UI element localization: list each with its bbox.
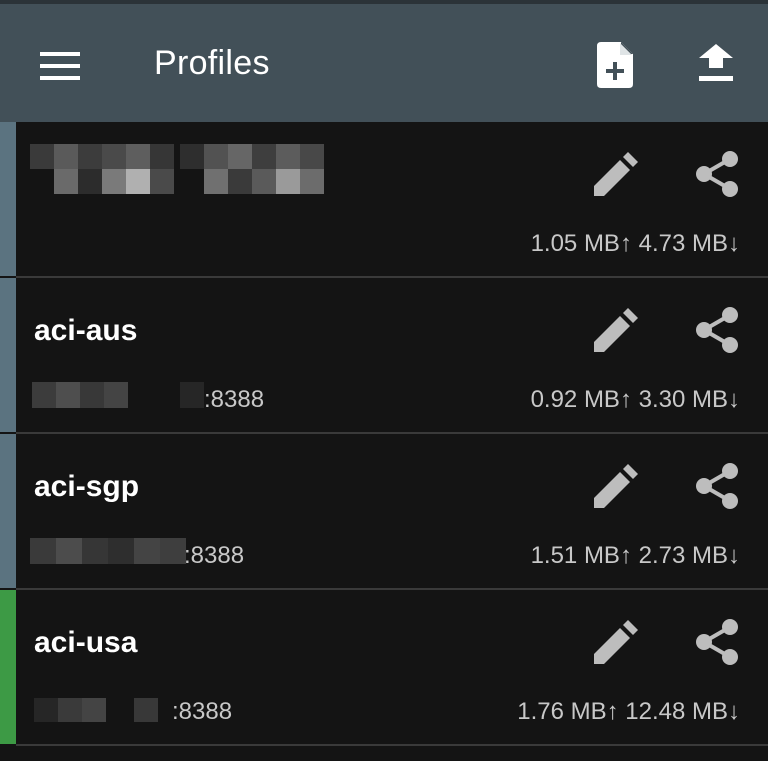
- profile-name: aci-usa: [34, 626, 138, 659]
- menu-icon[interactable]: [40, 52, 80, 80]
- profile-card[interactable]: aci-aus :8388 0.92 MB↑ 3.30 MB↓: [0, 278, 768, 432]
- redacted-host: [30, 538, 186, 564]
- share-icon[interactable]: [694, 462, 740, 510]
- profile-address: :8388: [172, 698, 233, 725]
- redacted-host: [34, 698, 172, 722]
- profile-card[interactable]: aci-sgp :8388 1.51 MB↑ 2.73 MB↓: [0, 434, 768, 588]
- profile-address: :8388: [184, 542, 245, 569]
- share-icon[interactable]: [694, 306, 740, 354]
- edit-icon[interactable]: [592, 308, 638, 354]
- divider: [16, 744, 768, 746]
- toolbar: Profiles: [0, 4, 768, 122]
- share-icon[interactable]: [694, 618, 740, 666]
- traffic-stats: 1.76 MB↑ 12.48 MB↓: [517, 698, 740, 725]
- profile-card[interactable]: 1.05 MB↑ 4.73 MB↓: [0, 122, 768, 276]
- redacted-name: [30, 144, 326, 194]
- traffic-stats: 1.51 MB↑ 2.73 MB↓: [530, 542, 740, 569]
- upload-icon[interactable]: [699, 44, 733, 84]
- add-file-icon[interactable]: [597, 42, 633, 88]
- traffic-stats: 0.92 MB↑ 3.30 MB↓: [530, 386, 740, 413]
- profile-stripe: [0, 278, 16, 432]
- edit-icon[interactable]: [592, 152, 638, 198]
- profile-stripe: [0, 434, 16, 588]
- page-title: Profiles: [154, 44, 270, 82]
- profile-stripe-active: [0, 590, 16, 744]
- redacted-host: [32, 382, 204, 408]
- profile-address: :8388: [204, 386, 265, 413]
- share-icon[interactable]: [694, 150, 740, 198]
- profile-stripe: [0, 122, 16, 276]
- edit-icon[interactable]: [592, 464, 638, 510]
- profile-name: aci-sgp: [34, 470, 140, 503]
- profile-card[interactable]: aci-usa :8388 1.76 MB↑ 12.48 MB↓: [0, 590, 768, 744]
- edit-icon[interactable]: [592, 620, 638, 666]
- profile-name: aci-aus: [34, 314, 138, 347]
- traffic-stats: 1.05 MB↑ 4.73 MB↓: [530, 230, 740, 257]
- app-root: Profiles 1.05 MB↑ 4.73 MB↓ aci-aus:8388…: [0, 0, 768, 761]
